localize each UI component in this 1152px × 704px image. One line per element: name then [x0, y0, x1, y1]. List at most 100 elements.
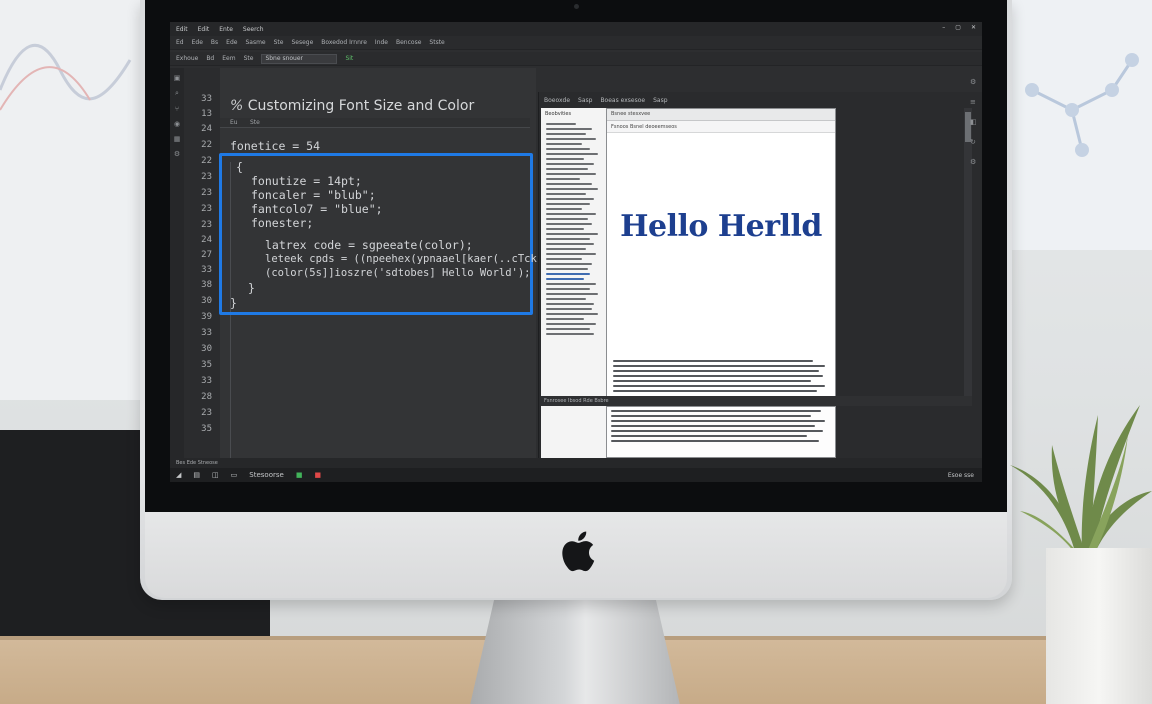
outline-line — [546, 323, 596, 325]
body-line — [613, 365, 825, 367]
outline-line — [546, 228, 584, 230]
preview-bottom-bar: Fsnrosee Ibsod Rde Bsbre — [540, 396, 972, 406]
outline-line — [546, 308, 592, 310]
terminal-icon[interactable]: ▭ — [231, 471, 238, 479]
code-brace: } — [248, 281, 255, 295]
close-icon[interactable]: ✕ — [971, 24, 976, 31]
app-icon[interactable]: ◫ — [212, 471, 219, 479]
toolbar-item[interactable]: Sesege — [291, 39, 313, 46]
outline-line — [546, 163, 594, 165]
outline-line — [546, 288, 590, 290]
toolbar-item[interactable]: Ste — [244, 55, 254, 62]
menu-item[interactable]: Edit — [198, 26, 210, 33]
editor-tab[interactable]: Eu — [230, 119, 238, 126]
preview-body-text — [613, 357, 827, 395]
line-number: 24 — [201, 124, 212, 134]
camera-dot — [574, 4, 579, 9]
toolbar-item[interactable]: Ede — [226, 39, 237, 46]
folder-icon[interactable]: ▤ — [193, 471, 200, 479]
minimize-icon[interactable]: – — [942, 24, 945, 31]
outline-line — [546, 263, 592, 265]
outline-line — [546, 218, 588, 220]
toolbar-item[interactable]: Ste — [274, 39, 284, 46]
outline-line — [546, 198, 594, 200]
outline-line — [546, 283, 596, 285]
toolbar-item[interactable]: Inde — [375, 39, 388, 46]
search-icon[interactable]: ⌕ — [175, 89, 179, 98]
editor-tab[interactable]: Ste — [250, 119, 260, 126]
outline-line — [546, 233, 598, 235]
extensions-icon[interactable]: ▦ — [174, 135, 181, 143]
menu-item[interactable]: Edit — [176, 26, 188, 33]
line-number: 33 — [201, 94, 212, 104]
search-field[interactable]: Sbne snouer — [261, 53, 338, 64]
toolbar-item[interactable]: Bd — [206, 55, 214, 62]
outline-line — [546, 238, 590, 240]
files-icon[interactable]: ▣ — [174, 74, 181, 82]
toolbar-item[interactable]: Boxedod Irnnre — [321, 39, 367, 46]
body-line — [613, 380, 811, 382]
menu-item[interactable]: Ente — [219, 26, 233, 33]
pane-tab[interactable]: Sasp — [578, 97, 592, 104]
pane-tab[interactable]: Boeoxde — [544, 97, 570, 104]
line-number: 22 — [201, 140, 212, 150]
line-number: 33 — [201, 328, 212, 338]
toolbar-item[interactable]: Ed — [176, 39, 184, 46]
outline-heading: Beobvities — [545, 111, 572, 117]
start-icon[interactable]: ◢ — [176, 471, 181, 479]
pane-tab[interactable]: Boeas exsesoe — [600, 97, 645, 104]
line-number: 35 — [201, 360, 212, 370]
toolbar-item[interactable]: Eem — [222, 55, 235, 62]
debug-icon[interactable]: ◉ — [174, 120, 180, 128]
layers-icon[interactable]: ≡ — [970, 98, 980, 106]
line-number: 35 — [201, 424, 212, 434]
outline-line — [546, 208, 582, 210]
code-line: fantcolo7 = "blue"; — [251, 202, 383, 216]
body-line — [611, 410, 821, 412]
taskbar: ◢ ▤ ◫ ▭ Stesoorse ■ ■ Esoe sse — [170, 468, 982, 482]
code-line: fonester; — [251, 216, 314, 230]
maximize-icon[interactable]: ▢ — [955, 24, 961, 31]
toolbar-item[interactable]: Stste — [429, 39, 444, 46]
toolbar-item[interactable]: Bs — [211, 39, 218, 46]
app-red-icon[interactable]: ■ — [314, 471, 321, 479]
outline-line — [546, 248, 586, 250]
app-green-icon[interactable]: ■ — [296, 471, 303, 479]
settings-icon[interactable]: ⚙ — [174, 150, 180, 158]
menu-item[interactable]: Seerch — [243, 26, 264, 33]
line-number: 23 — [201, 408, 212, 418]
outline-line — [546, 258, 582, 260]
outline-line — [546, 178, 580, 180]
line-number: 38 — [201, 280, 212, 290]
outline-link-line — [546, 273, 590, 275]
preview-icon[interactable]: ◧ — [970, 118, 980, 126]
taskbar-label[interactable]: Stesoorse — [249, 471, 284, 479]
plant-pot — [1046, 548, 1152, 704]
run-button[interactable]: Sit — [345, 55, 353, 62]
heading-marker: % — [230, 98, 244, 114]
body-line — [613, 370, 819, 372]
toolbar-item[interactable]: Exhoue — [176, 55, 198, 62]
line-number: 27 — [201, 250, 212, 260]
settings-icon[interactable]: ⚙ — [970, 158, 980, 166]
toolbar-item[interactable]: Sasme — [245, 39, 265, 46]
outline-line — [546, 148, 590, 150]
heading-text: Customizing Font Size and Color — [247, 98, 475, 114]
line-number: 33 — [201, 265, 212, 275]
preview-heading: Hello Herlld — [620, 209, 822, 244]
pane-tab[interactable]: Sasp — [653, 97, 667, 104]
toolbar-secondary: Exhoue Bd Eem Ste Sbne snouer Sit — [170, 52, 982, 66]
settings-icon[interactable]: ⚙ — [970, 78, 980, 86]
toolbar-item[interactable]: Bencose — [396, 39, 421, 46]
outline-line — [546, 333, 594, 335]
line-number: 39 — [201, 312, 212, 322]
preview-pane-header: Boeoxde Sasp Boeas exsesoe Sasp — [540, 94, 972, 106]
outline-line — [546, 298, 586, 300]
window-controls: – ▢ ✕ — [942, 24, 976, 31]
toolbar-item[interactable]: Ede — [192, 39, 203, 46]
body-line — [613, 375, 823, 377]
branch-icon[interactable]: ⑂ — [175, 105, 179, 113]
refresh-icon[interactable]: ↻ — [970, 138, 980, 146]
outline-line — [546, 138, 596, 140]
toolbar-primary: Ed Ede Bs Ede Sasme Ste Sesege Boxedod I… — [170, 36, 982, 50]
